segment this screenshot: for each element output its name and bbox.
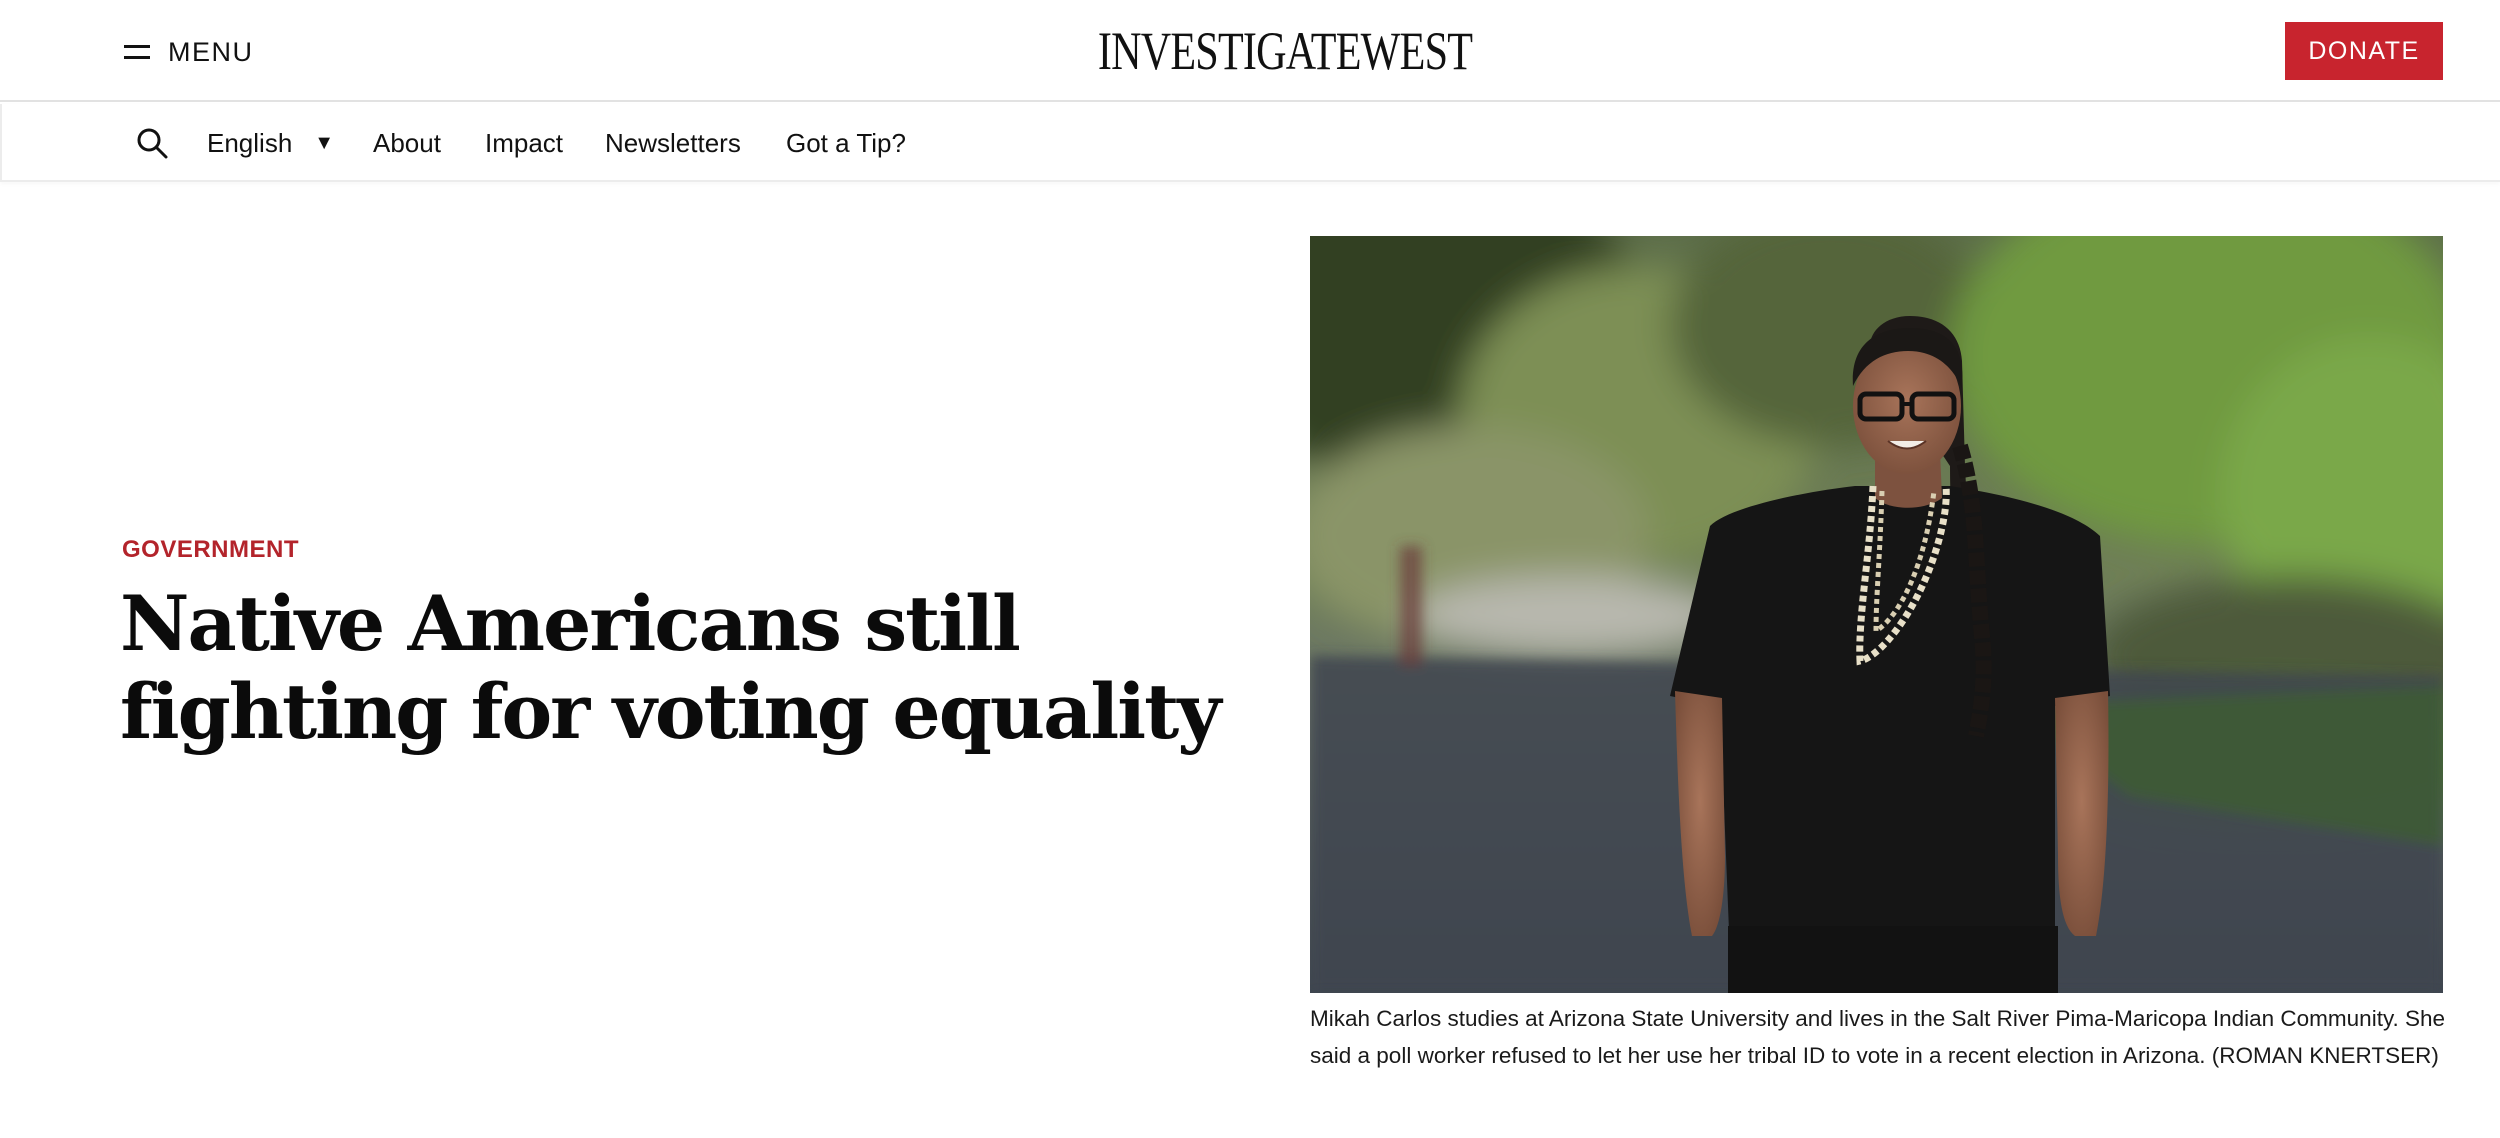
site-logo[interactable]: INVESTIGATEWEST — [1098, 18, 1473, 84]
hero-photo-illustration — [1310, 236, 2443, 993]
secondary-nav: English ▼ About Impact Newsletters Got a… — [0, 104, 2500, 182]
language-selected: English — [207, 127, 293, 158]
donate-button[interactable]: DONATE — [2285, 22, 2443, 80]
nav-link-impact[interactable]: Impact — [485, 126, 563, 160]
language-select[interactable]: English ▼ — [207, 126, 334, 160]
nav-link-got-a-tip[interactable]: Got a Tip? — [786, 126, 906, 160]
menu-button[interactable]: MENU — [124, 32, 254, 72]
hamburger-icon — [124, 43, 150, 61]
hero-photo[interactable] — [1310, 236, 2443, 993]
nav-link-newsletters[interactable]: Newsletters — [605, 126, 741, 160]
menu-label: MENU — [168, 36, 254, 67]
site-header: MENU INVESTIGATEWEST DONATE — [0, 0, 2500, 102]
article-category[interactable]: GOVERNMENT — [122, 536, 299, 564]
photo-caption: Mikah Carlos studies at Arizona State Un… — [1310, 1006, 2446, 1068]
nav-link-about[interactable]: About — [373, 126, 441, 160]
search-icon[interactable] — [135, 126, 169, 160]
article-headline[interactable]: Native Americans still fighting for voti… — [120, 580, 1260, 756]
caret-down-icon: ▼ — [314, 131, 335, 154]
